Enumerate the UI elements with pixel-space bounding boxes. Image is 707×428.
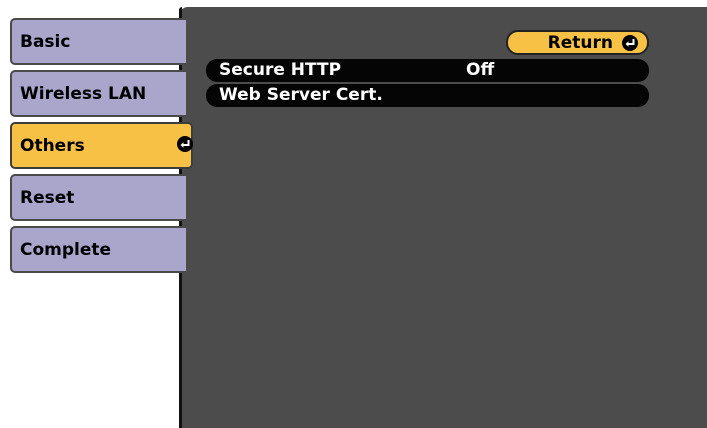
- setting-row-secure-http[interactable]: Secure HTTP Off: [206, 59, 649, 82]
- sidebar-item-label: Reset: [20, 187, 75, 208]
- sidebar-item-basic[interactable]: Basic: [10, 18, 190, 65]
- sidebar-item-wireless-lan[interactable]: Wireless LAN: [10, 70, 190, 117]
- sidebar-item-label: Basic: [20, 31, 71, 52]
- enter-icon: [176, 135, 194, 153]
- return-button[interactable]: Return: [506, 30, 649, 55]
- sidebar-item-complete[interactable]: Complete: [10, 226, 190, 273]
- setting-label: Web Server Cert.: [219, 85, 383, 105]
- sidebar-item-label: Wireless LAN: [20, 83, 147, 104]
- return-button-label: Return: [547, 32, 613, 53]
- setting-value: Off: [466, 60, 495, 80]
- sidebar-item-label: Complete: [20, 239, 112, 260]
- sidebar-item-label: Others: [20, 135, 85, 156]
- enter-icon: [621, 34, 639, 52]
- setting-row-web-server-cert[interactable]: Web Server Cert.: [206, 84, 649, 107]
- sidebar-item-others[interactable]: Others: [10, 122, 193, 169]
- projector-menu: Basic Wireless LAN Others Reset Complete: [0, 0, 707, 428]
- setting-label: Secure HTTP: [219, 60, 342, 80]
- sidebar-item-reset[interactable]: Reset: [10, 174, 190, 221]
